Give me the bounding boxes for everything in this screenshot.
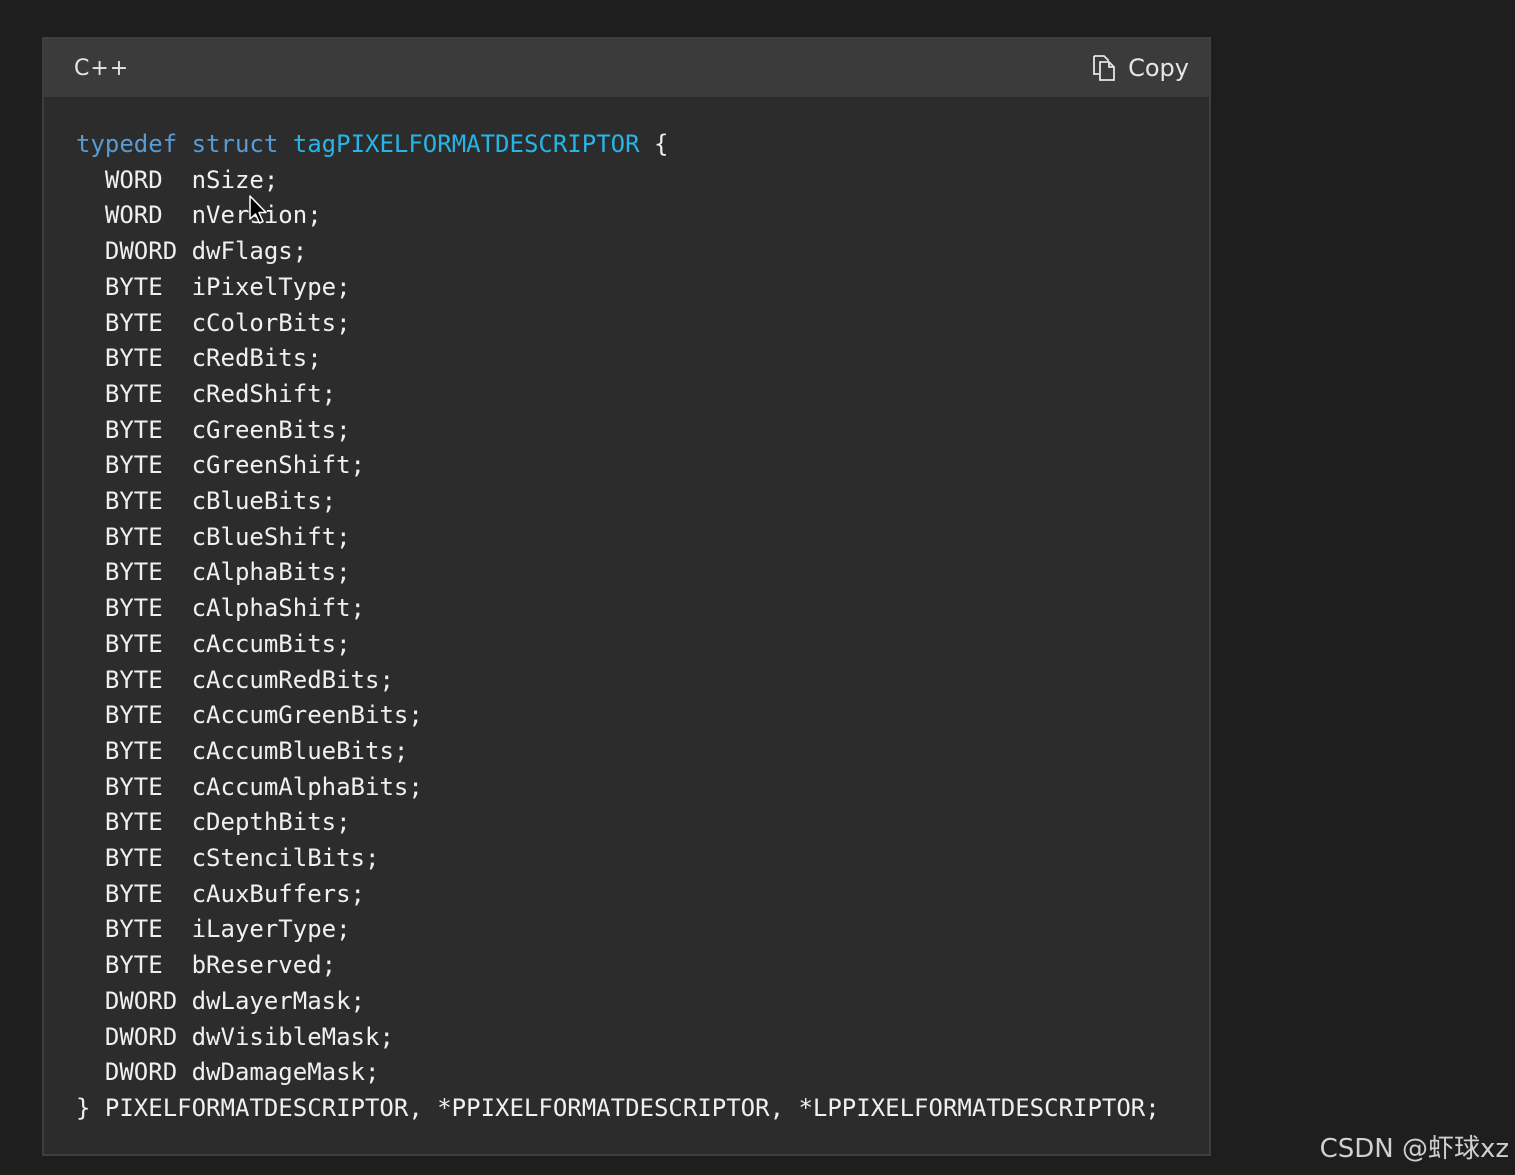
code-type-name: tagPIXELFORMATDESCRIPTOR xyxy=(292,130,640,158)
code-line: BYTE cRedShift; xyxy=(76,377,1209,413)
code-text: } PIXELFORMATDESCRIPTOR, *PPIXELFORMATDE… xyxy=(76,1093,1160,1122)
copy-icon xyxy=(1092,55,1116,81)
mouse-pointer-icon xyxy=(249,195,269,231)
code-text: BYTE cRedShift; xyxy=(104,379,337,408)
code-text: BYTE cAlphaBits; xyxy=(104,558,351,587)
code-line: WORD nSize; xyxy=(76,163,1209,199)
code-line: BYTE cBlueBits; xyxy=(76,484,1209,520)
code-line: BYTE cAccumBlueBits; xyxy=(76,734,1209,770)
code-line: BYTE cAlphaBits; xyxy=(76,555,1209,591)
code-line: BYTE cGreenShift; xyxy=(76,448,1209,484)
code-text: WORD nVersion; xyxy=(104,201,322,230)
code-text: BYTE iPixelType; xyxy=(104,272,351,301)
code-keyword: typedef xyxy=(76,130,178,158)
code-line: BYTE cColorBits; xyxy=(76,306,1209,342)
code-text: DWORD dwLayerMask; xyxy=(104,986,365,1015)
code-line: BYTE cDepthBits; xyxy=(76,805,1209,841)
code-line: WORD nVersion; xyxy=(76,198,1209,234)
code-line: typedef struct tagPIXELFORMATDESCRIPTOR … xyxy=(76,127,1209,163)
copy-button-label: Copy xyxy=(1128,54,1189,82)
code-text: BYTE cAccumBlueBits; xyxy=(104,736,409,765)
code-text: BYTE cGreenShift; xyxy=(104,451,365,480)
code-text: BYTE iLayerType; xyxy=(104,915,351,944)
code-text: BYTE cAccumBits; xyxy=(104,629,351,658)
code-text: DWORD dwVisibleMask; xyxy=(104,1022,394,1051)
code-text: BYTE cAccumGreenBits; xyxy=(104,701,423,730)
code-line: BYTE cAuxBuffers; xyxy=(76,877,1209,913)
code-text: BYTE cRedBits; xyxy=(104,344,322,373)
code-line: DWORD dwLayerMask; xyxy=(76,984,1209,1020)
code-line: } PIXELFORMATDESCRIPTOR, *PPIXELFORMATDE… xyxy=(76,1091,1209,1127)
code-text: BYTE cStencilBits; xyxy=(104,844,380,873)
code-text: BYTE cBlueBits; xyxy=(104,487,337,516)
page-heading-fragment xyxy=(70,0,96,4)
copy-button[interactable]: Copy xyxy=(1092,54,1189,82)
code-text: BYTE bReserved; xyxy=(104,951,337,980)
watermark: CSDN @虾球xz xyxy=(1319,1134,1509,1164)
code-keyword: struct xyxy=(191,130,279,158)
code-line: BYTE iPixelType; xyxy=(76,270,1209,306)
code-block: C++ Copy typedef struct tagPIXELFORMATDE… xyxy=(42,37,1211,1156)
code-block-header: C++ Copy xyxy=(44,39,1209,97)
code-text: BYTE cAccumRedBits; xyxy=(104,665,394,694)
code-text: BYTE cDepthBits; xyxy=(104,808,351,837)
code-line: BYTE bReserved; xyxy=(76,948,1209,984)
code-line: BYTE cAccumAlphaBits; xyxy=(76,770,1209,806)
code-language-label: C++ xyxy=(74,55,130,81)
code-text: DWORD dwFlags; xyxy=(104,237,308,266)
code-text: BYTE cAuxBuffers; xyxy=(104,879,365,908)
code-line: DWORD dwFlags; xyxy=(76,234,1209,270)
code-line: BYTE cAccumBits; xyxy=(76,627,1209,663)
code-line: BYTE cStencilBits; xyxy=(76,841,1209,877)
code-text: BYTE cAlphaShift; xyxy=(104,594,365,623)
code-text: BYTE cColorBits; xyxy=(104,308,351,337)
code-line: BYTE cAccumRedBits; xyxy=(76,663,1209,699)
code-text: DWORD dwDamageMask; xyxy=(104,1058,380,1087)
code-line: BYTE cBlueShift; xyxy=(76,520,1209,556)
code-text: { xyxy=(639,130,669,158)
code-text: BYTE cAccumAlphaBits; xyxy=(104,772,423,801)
code-line: BYTE cRedBits; xyxy=(76,341,1209,377)
code-line: BYTE cAlphaShift; xyxy=(76,591,1209,627)
code-line: BYTE iLayerType; xyxy=(76,912,1209,948)
code-line: BYTE cGreenBits; xyxy=(76,413,1209,449)
code-line: BYTE cAccumGreenBits; xyxy=(76,698,1209,734)
code-text: BYTE cGreenBits; xyxy=(104,415,351,444)
code-text: BYTE cBlueShift; xyxy=(104,522,351,551)
code-content[interactable]: typedef struct tagPIXELFORMATDESCRIPTOR … xyxy=(44,97,1209,1127)
code-line: DWORD dwVisibleMask; xyxy=(76,1020,1209,1056)
code-line: DWORD dwDamageMask; xyxy=(76,1055,1209,1091)
code-text: WORD nSize; xyxy=(104,165,279,194)
